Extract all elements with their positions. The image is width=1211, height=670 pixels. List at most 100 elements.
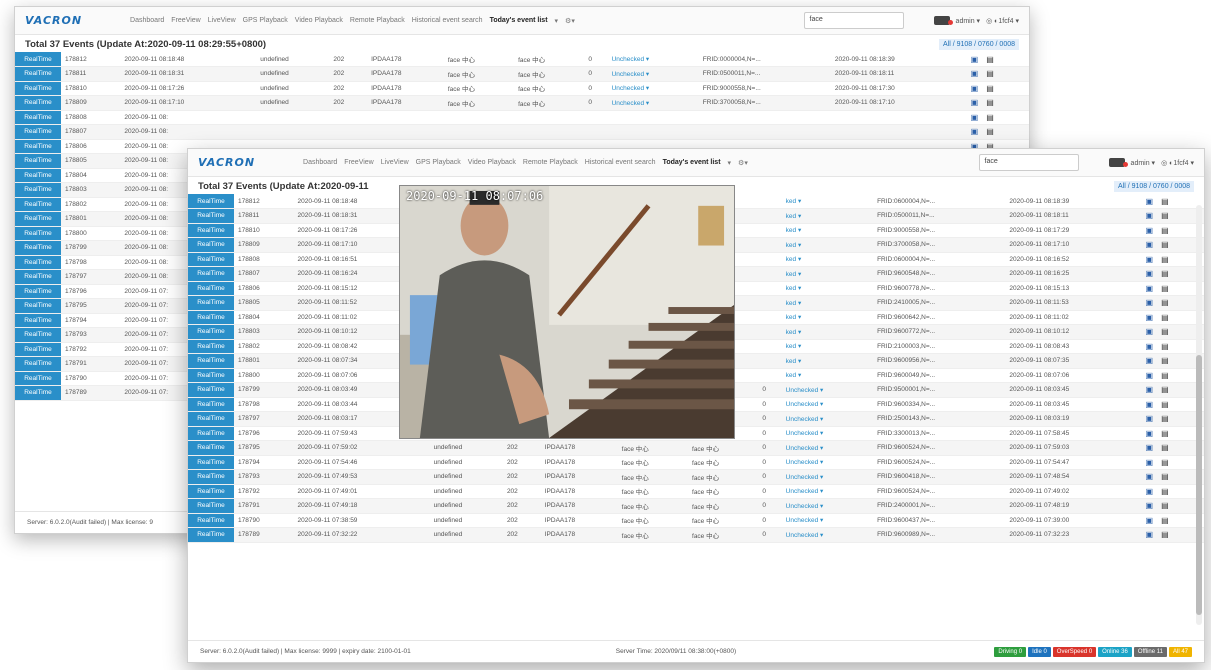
check-status-dropdown[interactable]: ked ▾	[781, 266, 874, 282]
nav-historical-search[interactable]: Historical event search	[585, 159, 656, 167]
snapshot-icon[interactable]: ▣	[1146, 240, 1154, 249]
video-icon[interactable]: ▤	[1161, 429, 1169, 438]
snapshot-video-icons[interactable]: ▣▤	[1141, 324, 1204, 340]
realtime-button[interactable]: RealTime	[15, 284, 61, 299]
realtime-button[interactable]: RealTime	[15, 168, 61, 183]
realtime-button[interactable]: RealTime	[188, 411, 234, 427]
nav-more-menu[interactable]: ▾	[728, 159, 732, 167]
check-status-dropdown[interactable]: Unchecked ▾	[607, 66, 699, 82]
realtime-button[interactable]: RealTime	[188, 397, 234, 412]
status-badge[interactable]: Offline 11	[1133, 646, 1167, 657]
search-input[interactable]: face	[978, 154, 1079, 171]
nav-more-menu[interactable]: ▾	[555, 17, 559, 25]
video-icon[interactable]: ▤	[1161, 226, 1169, 235]
scrollbar-thumb[interactable]	[1196, 355, 1202, 615]
realtime-button[interactable]: RealTime	[188, 310, 234, 325]
snapshot-video-icons[interactable]: ▣▤	[1141, 368, 1204, 383]
check-status-dropdown[interactable]: ked ▾	[781, 194, 874, 209]
realtime-button[interactable]: RealTime	[15, 255, 61, 270]
check-status-dropdown[interactable]: Unchecked ▾	[781, 498, 874, 514]
check-status-dropdown[interactable]: Unchecked ▾	[781, 440, 874, 456]
video-icon[interactable]: ▤	[1161, 443, 1169, 452]
snapshot-icon[interactable]: ▣	[1146, 516, 1154, 525]
snapshot-icon[interactable]: ▣	[971, 113, 979, 122]
snapshot-icon[interactable]: ▣	[1146, 313, 1154, 322]
snapshot-video-icons[interactable]: ▣▤	[1141, 397, 1204, 412]
check-status-dropdown[interactable]: Unchecked ▾	[781, 469, 874, 485]
snapshot-icon[interactable]: ▣	[1146, 226, 1154, 235]
snapshot-video-icons[interactable]: ▣▤	[1141, 223, 1204, 238]
nav-dashboard[interactable]: Dashboard	[130, 17, 164, 25]
video-icon[interactable]: ▤	[1161, 240, 1169, 249]
realtime-button[interactable]: RealTime	[188, 223, 234, 238]
status-badge[interactable]: Driving 0	[994, 646, 1027, 657]
realtime-button[interactable]: RealTime	[188, 237, 234, 253]
nav-remote-playback[interactable]: Remote Playback	[350, 17, 405, 25]
snapshot-video-icons[interactable]: ▣▤	[1141, 339, 1204, 354]
video-icon[interactable]: ▤	[1161, 458, 1169, 467]
snapshot-video-icons[interactable]: ▣▤	[1141, 455, 1204, 470]
table-row[interactable]: RealTime 178808 2020-09-11 08: ▣ ▤	[15, 110, 1029, 125]
snapshot-icon[interactable]: ▣	[1146, 356, 1154, 365]
video-icon[interactable]: ▤	[1161, 269, 1169, 278]
nav-liveview[interactable]: LiveView	[208, 17, 236, 25]
snapshot-video-icons[interactable]: ▣▤	[966, 124, 1029, 140]
realtime-button[interactable]: RealTime	[15, 81, 61, 96]
check-status-dropdown[interactable]: ked ▾	[781, 208, 874, 224]
realtime-button[interactable]: RealTime	[15, 197, 61, 212]
check-status-dropdown[interactable]	[607, 124, 699, 140]
snapshot-icon[interactable]: ▣	[1146, 400, 1154, 409]
snapshot-icon[interactable]: ▣	[971, 84, 979, 93]
snapshot-icon[interactable]: ▣	[1146, 385, 1154, 394]
check-status-dropdown[interactable]: ked ▾	[781, 281, 874, 296]
video-icon[interactable]: ▤	[986, 98, 994, 107]
snapshot-icon[interactable]: ▣	[971, 98, 979, 107]
realtime-button[interactable]: RealTime	[15, 327, 61, 343]
realtime-button[interactable]: RealTime	[188, 339, 234, 354]
nav-video-playback[interactable]: Video Playback	[468, 159, 516, 167]
snapshot-icon[interactable]: ▣	[1146, 197, 1154, 206]
table-row[interactable]: RealTime 178807 2020-09-11 08: ▣ ▤	[15, 124, 1029, 140]
check-status-dropdown[interactable]: Unchecked ▾	[607, 95, 699, 111]
video-icon[interactable]: ▤	[1161, 327, 1169, 336]
check-status-dropdown[interactable]: ked ▾	[781, 223, 874, 238]
check-status-dropdown[interactable]: ked ▾	[781, 310, 874, 325]
snapshot-icon[interactable]: ▣	[1146, 255, 1154, 264]
snapshot-icon[interactable]: ▣	[971, 55, 979, 64]
check-status-dropdown[interactable]: ked ▾	[781, 339, 874, 354]
snapshot-video-icons[interactable]: ▣▤	[1141, 426, 1204, 441]
realtime-button[interactable]: RealTime	[188, 440, 234, 456]
event-filter[interactable]: All / 9108 / 0760 / 0008	[939, 39, 1019, 50]
status-badge[interactable]: All 47	[1168, 646, 1192, 657]
snapshot-icon[interactable]: ▣	[971, 69, 979, 78]
realtime-button[interactable]: RealTime	[188, 469, 234, 485]
nav-freeview[interactable]: FreeView	[171, 17, 200, 25]
check-status-dropdown[interactable]: Unchecked ▾	[781, 397, 874, 412]
video-icon[interactable]: ▤	[986, 55, 994, 64]
realtime-button[interactable]: RealTime	[15, 371, 61, 386]
snapshot-icon[interactable]: ▣	[1146, 487, 1154, 496]
realtime-button[interactable]: RealTime	[188, 368, 234, 383]
snapshot-video-icons[interactable]: ▣▤	[966, 110, 1029, 125]
video-icon[interactable]: ▤	[1161, 371, 1169, 380]
video-icon[interactable]: ▤	[1161, 516, 1169, 525]
snapshot-icon[interactable]: ▣	[1146, 443, 1154, 452]
realtime-button[interactable]: RealTime	[188, 484, 234, 499]
snapshot-video-icons[interactable]: ▣▤	[1141, 194, 1204, 209]
check-status-dropdown[interactable]: Unchecked ▾	[781, 426, 874, 441]
nav-settings-menu[interactable]: ⚙▾	[565, 17, 575, 25]
realtime-button[interactable]: RealTime	[188, 353, 234, 369]
realtime-button[interactable]: RealTime	[188, 295, 234, 311]
realtime-button[interactable]: RealTime	[188, 281, 234, 296]
event-filter[interactable]: All / 9108 / 0760 / 0008	[1114, 181, 1194, 192]
realtime-button[interactable]: RealTime	[15, 182, 61, 198]
nav-dashboard[interactable]: Dashboard	[303, 159, 337, 167]
snapshot-icon[interactable]: ▣	[1146, 371, 1154, 380]
check-status-dropdown[interactable]: ked ▾	[781, 237, 874, 253]
snapshot-video-icons[interactable]: ▣▤	[1141, 353, 1204, 369]
check-status-dropdown[interactable]: Unchecked ▾	[781, 411, 874, 427]
table-row[interactable]: RealTime 178792 2020-09-11 07:49:01 undefin…	[188, 484, 1204, 499]
realtime-button[interactable]: RealTime	[188, 527, 234, 543]
check-status-dropdown[interactable]: ked ▾	[781, 324, 874, 340]
realtime-button[interactable]: RealTime	[188, 513, 234, 528]
